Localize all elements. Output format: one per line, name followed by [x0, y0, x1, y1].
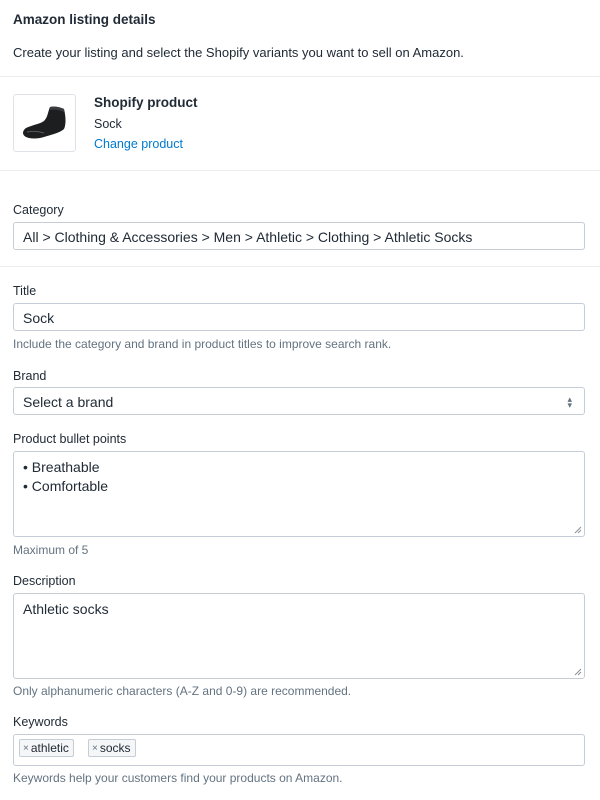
product-thumbnail [13, 94, 76, 152]
remove-tag-icon[interactable]: × [92, 743, 98, 754]
brand-label: Brand [13, 369, 47, 383]
keyword-tag: × athletic [19, 739, 74, 757]
sock-image [23, 106, 66, 139]
title-input[interactable]: Sock [13, 303, 585, 331]
divider [0, 76, 600, 77]
title-label: Title [13, 284, 37, 298]
description-help-text: Only alphanumeric characters (A-Z and 0-… [13, 684, 352, 698]
bullet-item: • Breathable [23, 459, 100, 475]
keyword-tag-label: socks [99, 741, 131, 755]
description-textarea[interactable]: Athletic socks [13, 593, 585, 679]
divider [0, 266, 600, 267]
title-help-text: Include the category and brand in produc… [13, 337, 392, 351]
listing-title: Amazon listing details [13, 12, 156, 27]
listing-subtitle: Create your listing and select the Shopi… [13, 45, 464, 60]
category-label: Category [13, 203, 64, 217]
bullet-item: • Comfortable [23, 478, 109, 494]
bullets-label: Product bullet points [13, 432, 127, 446]
category-field[interactable]: All > Clothing & Accessories > Men > Ath… [13, 222, 585, 250]
brand-select[interactable]: Select a brand ▴ ▾ [13, 387, 585, 415]
product-heading: Shopify product [94, 95, 198, 110]
bullets-help-text: Maximum of 5 [13, 543, 89, 557]
remove-tag-icon[interactable]: × [23, 743, 29, 754]
keywords-label: Keywords [13, 715, 68, 729]
keywords-help-text: Keywords help your customers find your p… [13, 771, 343, 785]
select-caret-icon: ▴ ▾ [567, 394, 572, 410]
description-label: Description [13, 574, 76, 588]
resize-handle-icon[interactable] [574, 526, 582, 534]
resize-handle-icon[interactable] [574, 668, 582, 676]
keyword-tag: × socks [88, 739, 136, 757]
change-product-link[interactable]: Change product [94, 137, 183, 151]
product-name: Sock [94, 117, 122, 131]
divider [0, 170, 600, 171]
category-value: All > Clothing & Accessories > Men > Ath… [23, 229, 473, 245]
title-value: Sock [23, 310, 55, 326]
bullets-textarea[interactable]: • Breathable • Comfortable [13, 451, 585, 537]
keyword-tag-label: athletic [30, 741, 69, 755]
description-value: Athletic socks [23, 601, 109, 617]
brand-selected-value: Select a brand [23, 394, 114, 410]
keywords-input[interactable]: × athletic × socks [13, 734, 585, 766]
